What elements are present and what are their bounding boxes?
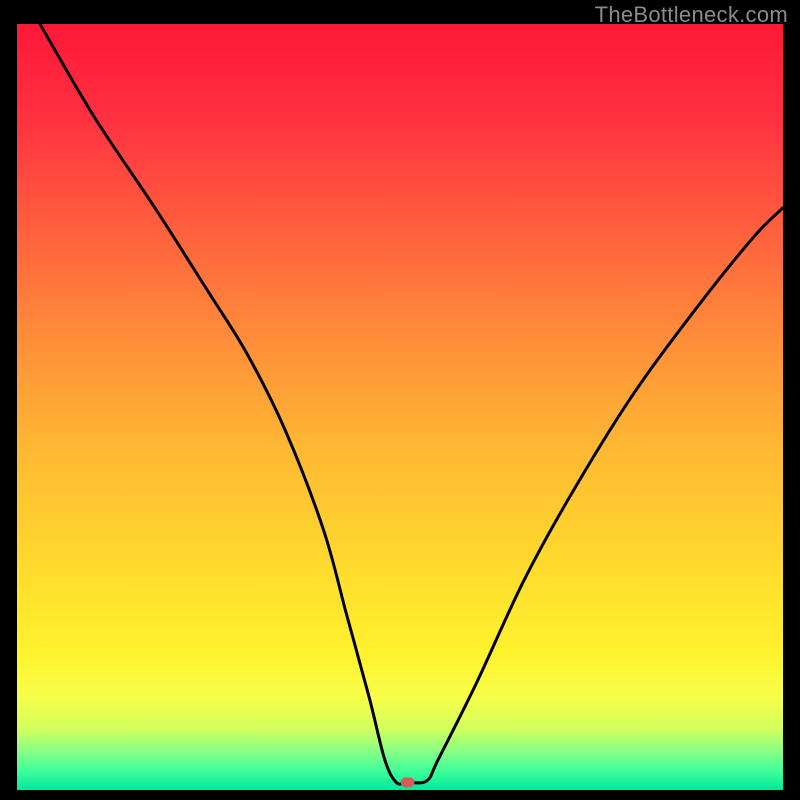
optimal-point-marker [401, 777, 415, 787]
chart-frame [17, 24, 783, 790]
bottleneck-chart [17, 24, 783, 790]
gradient-background [17, 24, 783, 790]
